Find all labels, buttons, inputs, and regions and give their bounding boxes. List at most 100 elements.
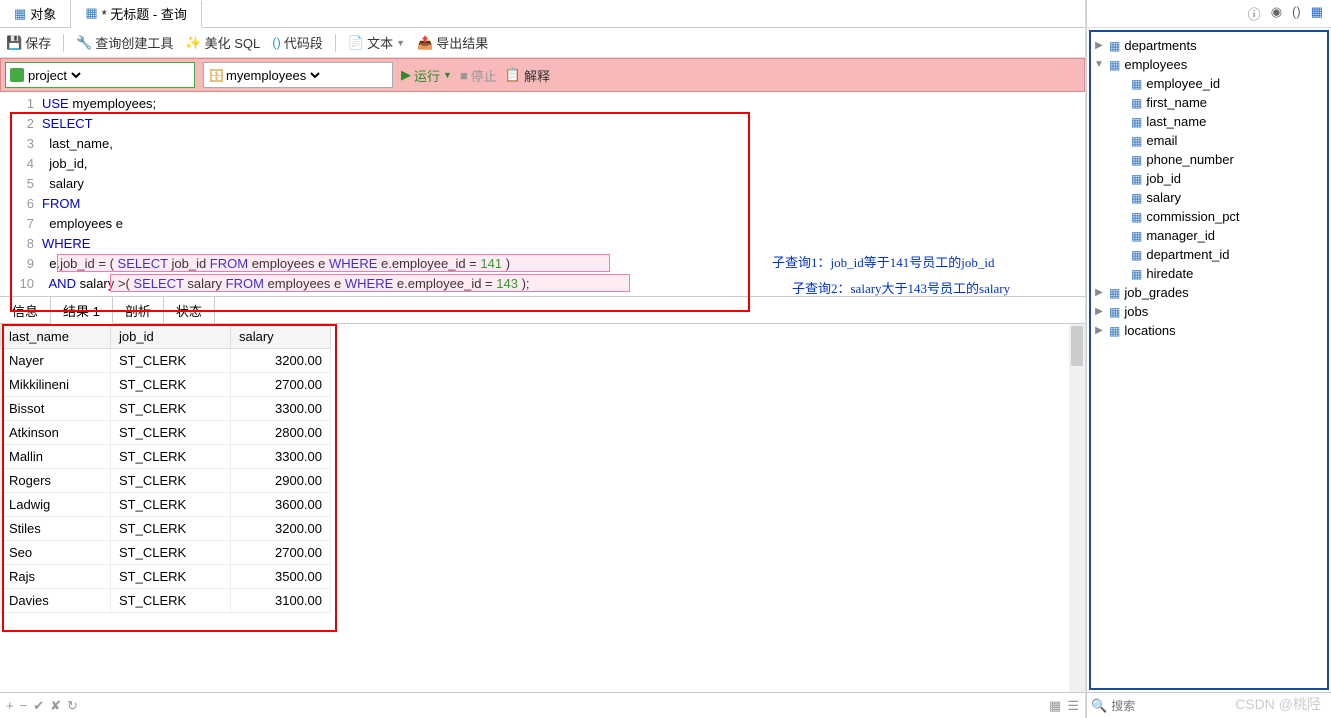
- tree-column[interactable]: ▦salary: [1115, 188, 1325, 207]
- result-grid[interactable]: last_name job_id salary NayerST_CLERK320…: [0, 324, 1085, 692]
- export-button[interactable]: 📤导出结果: [417, 33, 488, 52]
- refresh-icon[interactable]: ↻: [67, 698, 78, 714]
- column-icon: ▦: [1131, 191, 1142, 205]
- tab-status[interactable]: 状态: [164, 297, 215, 323]
- tree-column[interactable]: ▦commission_pct: [1115, 207, 1325, 226]
- save-button[interactable]: 💾保存: [6, 33, 51, 52]
- database-select[interactable]: 🗄 myemployees: [203, 62, 393, 88]
- tree-column[interactable]: ▦department_id: [1115, 245, 1325, 264]
- tree-node-departments[interactable]: ▶▦departments: [1093, 36, 1325, 55]
- tab-info[interactable]: 信息: [0, 297, 51, 323]
- beautify-sql-button[interactable]: ✨美化 SQL: [185, 33, 260, 52]
- delete-row-icon[interactable]: −: [20, 698, 28, 713]
- toolbar: 💾保存 🔧查询创建工具 ✨美化 SQL ()代码段 📄文本▼ 📤导出结果: [0, 28, 1085, 58]
- right-panel: ⓘ ◉ () ▦ ▶▦departments ▼▦employees ▦empl…: [1086, 0, 1331, 718]
- table-icon: ▦: [1109, 286, 1120, 300]
- save-icon: 💾: [6, 35, 22, 51]
- editor: 12345678910 USE myemployees; SELECT last…: [0, 92, 1085, 718]
- add-row-icon[interactable]: +: [6, 698, 14, 713]
- explain-button[interactable]: 📋解释: [505, 66, 550, 85]
- table-row[interactable]: LadwigST_CLERK3600.00: [1, 493, 331, 517]
- col-header[interactable]: last_name: [1, 325, 111, 349]
- table-icon: ▦: [1109, 58, 1120, 72]
- info-icon[interactable]: ⓘ: [1248, 4, 1261, 23]
- eye-icon[interactable]: ◉: [1271, 4, 1282, 23]
- text-button[interactable]: 📄文本▼: [348, 33, 405, 52]
- tree-node-jobs[interactable]: ▶▦jobs: [1093, 302, 1325, 321]
- collapse-icon[interactable]: ▼: [1093, 59, 1105, 70]
- expand-icon[interactable]: ▶: [1093, 306, 1105, 317]
- table-icon[interactable]: ▦: [1311, 4, 1323, 23]
- doc-icon: 📄: [348, 35, 364, 51]
- schema-tree[interactable]: ▶▦departments ▼▦employees ▦employee_id▦f…: [1089, 30, 1329, 690]
- result-tabs: 信息 结果 1 剖析 状态: [0, 296, 1085, 324]
- tree-column[interactable]: ▦job_id: [1115, 169, 1325, 188]
- table-icon: ▦: [1109, 324, 1120, 338]
- result-scrollbar[interactable]: [1069, 324, 1085, 692]
- grid-icon[interactable]: ▦: [1049, 698, 1061, 714]
- stop-icon: ■: [460, 68, 468, 83]
- table-row[interactable]: RajsST_CLERK3500.00: [1, 565, 331, 589]
- column-icon: ▦: [1131, 96, 1142, 110]
- apply-icon[interactable]: ✔: [33, 698, 44, 714]
- tab-result1[interactable]: 结果 1: [51, 297, 113, 324]
- table-row[interactable]: StilesST_CLERK3200.00: [1, 517, 331, 541]
- cancel-icon[interactable]: ✘: [50, 698, 61, 714]
- table-row[interactable]: RogersST_CLERK2900.00: [1, 469, 331, 493]
- table-row[interactable]: SeoST_CLERK2700.00: [1, 541, 331, 565]
- tree-column[interactable]: ▦hiredate: [1115, 264, 1325, 283]
- tab-label: 对象: [30, 4, 56, 23]
- column-icon: ▦: [1131, 267, 1142, 281]
- column-icon: ▦: [1131, 77, 1142, 91]
- annotation-text-1: 子查询1：job_id等于141号员工的job_id: [772, 252, 994, 271]
- scrollbar-thumb[interactable]: [1071, 326, 1083, 366]
- query-builder-button[interactable]: 🔧查询创建工具: [76, 33, 173, 52]
- separator: [63, 34, 64, 52]
- code-snippet-button[interactable]: ()代码段: [272, 33, 323, 52]
- expand-icon[interactable]: ▶: [1093, 287, 1105, 298]
- table-row[interactable]: MallinST_CLERK3300.00: [1, 445, 331, 469]
- tree-column[interactable]: ▦manager_id: [1115, 226, 1325, 245]
- column-icon: ▦: [1131, 153, 1142, 167]
- tab-profile[interactable]: 剖析: [113, 297, 164, 323]
- tree-node-job-grades[interactable]: ▶▦job_grades: [1093, 283, 1325, 302]
- table-row[interactable]: MikkilineniST_CLERK2700.00: [1, 373, 331, 397]
- parens-icon[interactable]: (): [1292, 4, 1301, 23]
- tree-column[interactable]: ▦phone_number: [1115, 150, 1325, 169]
- col-header[interactable]: job_id: [111, 325, 231, 349]
- table-row[interactable]: BissotST_CLERK3300.00: [1, 397, 331, 421]
- tree-node-locations[interactable]: ▶▦locations: [1093, 321, 1325, 340]
- table-row[interactable]: AtkinsonST_CLERK2800.00: [1, 421, 331, 445]
- export-icon: 📤: [417, 35, 433, 51]
- column-icon: ▦: [1131, 248, 1142, 262]
- tab-query[interactable]: ▦ * 无标题 - 查询: [71, 1, 202, 28]
- code-content[interactable]: USE myemployees; SELECT last_name, job_i…: [42, 92, 1085, 296]
- tree-column[interactable]: ▦last_name: [1115, 112, 1325, 131]
- tree-column[interactable]: ▦first_name: [1115, 93, 1325, 112]
- wand-icon: ✨: [185, 35, 201, 51]
- search-icon: 🔍: [1091, 698, 1107, 714]
- table-stack-icon: ▦: [14, 6, 26, 22]
- table-row[interactable]: DaviesST_CLERK3100.00: [1, 589, 331, 613]
- tree-column[interactable]: ▦email: [1115, 131, 1325, 150]
- column-icon: ▦: [1131, 210, 1142, 224]
- table-row[interactable]: NayerST_CLERK3200.00: [1, 349, 331, 373]
- play-icon: ▶: [401, 67, 411, 83]
- connection-select[interactable]: project: [5, 62, 195, 88]
- tab-object[interactable]: ▦ 对象: [0, 0, 71, 27]
- form-icon[interactable]: ☰: [1067, 698, 1079, 714]
- run-button[interactable]: ▶运行▼: [401, 66, 452, 85]
- stop-button: ■停止: [460, 66, 497, 85]
- column-icon: ▦: [1131, 134, 1142, 148]
- connection-icon: [10, 68, 24, 82]
- expand-icon[interactable]: ▶: [1093, 40, 1105, 51]
- expand-icon[interactable]: ▶: [1093, 325, 1105, 336]
- tree-column[interactable]: ▦employee_id: [1115, 74, 1325, 93]
- watermark: CSDN @桃陉: [1235, 694, 1321, 714]
- run-bar: project 🗄 myemployees ▶运行▼ ■停止 📋解释: [0, 58, 1085, 92]
- col-header[interactable]: salary: [231, 325, 331, 349]
- tree-node-employees[interactable]: ▼▦employees: [1093, 55, 1325, 74]
- parens-icon: (): [272, 35, 281, 50]
- code-area[interactable]: 12345678910 USE myemployees; SELECT last…: [0, 92, 1085, 296]
- line-gutter: 12345678910: [0, 92, 42, 296]
